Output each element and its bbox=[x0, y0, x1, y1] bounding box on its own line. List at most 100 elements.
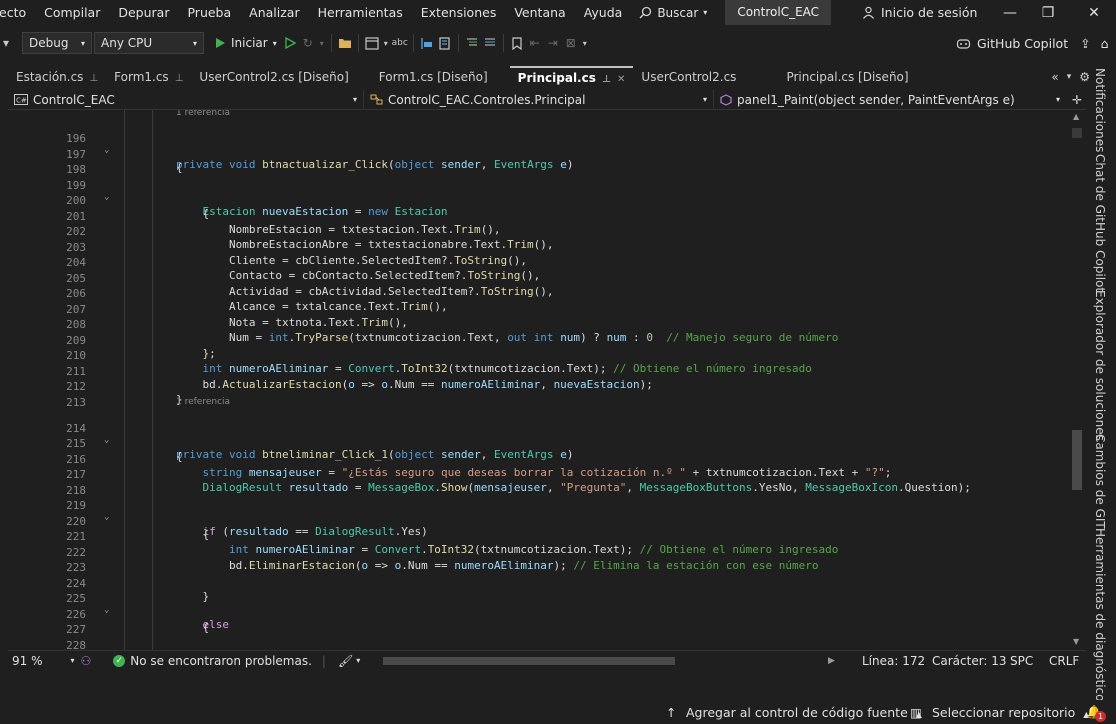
code-line: 209 }; bbox=[8, 321, 1086, 360]
tab-usercontrol2-design[interactable]: UserControl2.cs [Diseño] bbox=[191, 66, 356, 88]
tab-form1-design[interactable]: Form1.cs [Diseño] bbox=[371, 66, 496, 88]
menu-debug[interactable]: Depurar bbox=[109, 0, 178, 25]
tab-principal-design[interactable]: Principal.cs [Diseño] bbox=[778, 66, 916, 88]
code-line: 217 DialogResult resultado = MessageBox.… bbox=[8, 455, 1086, 494]
tab-tools: « ▾ ⚙ bbox=[1051, 66, 1090, 88]
share-icon[interactable]: ⇪ bbox=[1080, 36, 1090, 51]
pin-icon[interactable]: ⊥ bbox=[175, 73, 184, 84]
clear-bookmarks-icon[interactable]: ⊠ bbox=[562, 34, 580, 52]
line-ending[interactable]: CRLF bbox=[1049, 654, 1079, 668]
chevron-down-icon[interactable]: ▾ bbox=[71, 656, 75, 665]
chevron-down-icon[interactable]: ▾ bbox=[381, 34, 391, 52]
code-editor[interactable]: 1 referencia 196 ⌄ private void btnactua… bbox=[8, 110, 1086, 650]
project-combo[interactable]: C# ControlC_EAC ▾ bbox=[8, 89, 364, 110]
copilot-status-icon[interactable]: ⚇ bbox=[81, 654, 92, 668]
svg-text:C#: C# bbox=[16, 97, 27, 105]
start-button[interactable]: Iniciar ▾ bbox=[210, 36, 281, 50]
feedback-icon[interactable]: ⌂ bbox=[1101, 36, 1109, 51]
toolbar-overflow-icon[interactable]: ▾ bbox=[0, 34, 12, 52]
code-line: 224 } bbox=[8, 564, 1086, 603]
minimize-button[interactable]: — bbox=[990, 0, 1030, 25]
chevron-down-icon[interactable]: ▾ bbox=[580, 34, 590, 52]
folder-icon[interactable] bbox=[336, 34, 354, 52]
close-icon: ✕ bbox=[1088, 4, 1100, 21]
gear-icon[interactable]: ⚙ bbox=[1079, 70, 1090, 84]
vertical-scrollbar[interactable]: ▲ ▼ bbox=[1070, 110, 1084, 650]
breakpoint-layout-icon[interactable] bbox=[418, 34, 436, 52]
pin-icon[interactable]: ⊥ bbox=[602, 74, 611, 85]
start-without-debug-button[interactable] bbox=[281, 34, 299, 52]
layout-icon[interactable] bbox=[363, 34, 381, 52]
side-tab-copilot-chat[interactable]: Chat de GitHub Copilot bbox=[1093, 154, 1107, 292]
scrollbar-thumb[interactable] bbox=[1072, 430, 1082, 490]
scroll-right-icon[interactable]: ▶ bbox=[828, 656, 835, 666]
select-repository-button[interactable]: Seleccionar repositorio ▲ bbox=[932, 705, 1089, 720]
cursor-line[interactable]: Línea: 172 bbox=[862, 654, 925, 668]
tab-principal-cs[interactable]: Principal.cs ⊥ ✕ bbox=[509, 66, 634, 88]
code-line: 229 bbox=[8, 641, 1086, 650]
chevron-down-icon[interactable]: ▾ bbox=[356, 656, 360, 665]
tab-form1-cs[interactable]: Form1.cs ⊥ bbox=[106, 66, 191, 88]
document-outline-icon[interactable] bbox=[436, 34, 454, 52]
select-repository-label: Seleccionar repositorio bbox=[932, 704, 1076, 720]
close-button[interactable]: ✕ bbox=[1074, 0, 1114, 25]
menu-project[interactable]: ecto bbox=[0, 0, 35, 25]
close-icon[interactable]: ✕ bbox=[617, 74, 625, 85]
config-select[interactable]: Debug ▾ bbox=[22, 32, 92, 54]
member-combo[interactable]: panel1_Paint(object sender, PaintEventAr… bbox=[714, 90, 1066, 110]
tab-estacion-cs[interactable]: Estación.cs ⊥ bbox=[8, 66, 106, 88]
repository-icon: ▥ bbox=[910, 704, 922, 720]
reference-count-link[interactable]: 1 referencia bbox=[176, 110, 230, 118]
class-combo[interactable]: ControlC_EAC.Controles.Principal ▾ bbox=[364, 89, 714, 110]
bookmark-icon[interactable] bbox=[508, 34, 526, 52]
comment-lines-icon[interactable] bbox=[463, 34, 481, 52]
check-icon: ✓ bbox=[113, 654, 126, 667]
side-tab-solution-explorer[interactable]: Explorador de soluciones bbox=[1093, 290, 1107, 441]
uncomment-lines-icon[interactable] bbox=[481, 34, 499, 52]
scrollbar-thumb[interactable] bbox=[383, 657, 675, 665]
next-bookmark-icon[interactable]: ⇥ bbox=[544, 34, 562, 52]
chevron-down-icon[interactable]: ▾ bbox=[317, 34, 327, 52]
code-line: 225 ⌄ else bbox=[8, 579, 1086, 631]
login-button[interactable]: Inicio de sesión bbox=[862, 0, 977, 25]
menu-help[interactable]: Ayuda bbox=[575, 0, 632, 25]
side-tab-diagnostic-tools[interactable]: Herramientas de diagnóstico bbox=[1093, 528, 1107, 701]
code-line: 214 ⌄ private void btneliminar_Click_1(o… bbox=[8, 409, 1086, 461]
github-copilot-button[interactable]: GitHub Copilot ⇪ ⌂ bbox=[956, 28, 1109, 58]
tab-label: UserControl2.cs [Diseño] bbox=[199, 70, 349, 84]
code-line: 206 Alcance = txtalcance.Text.Trim(), bbox=[8, 274, 1086, 313]
code-line: 218 bbox=[8, 471, 1086, 497]
scroll-down-icon[interactable]: ▼ bbox=[1073, 637, 1079, 646]
menu-window[interactable]: Ventana bbox=[505, 0, 574, 25]
scroll-up-icon[interactable]: ▲ bbox=[1073, 112, 1079, 121]
pin-icon[interactable]: ⊥ bbox=[89, 73, 98, 84]
maximize-button[interactable]: ❐ bbox=[1028, 0, 1068, 25]
add-source-control-button[interactable]: Agregar al control de código fuente ▲ bbox=[686, 705, 922, 720]
code-line: 227 bbox=[8, 610, 1086, 636]
prev-bookmark-icon[interactable]: ⇤ bbox=[526, 34, 544, 52]
menu-tools[interactable]: Herramientas bbox=[309, 0, 412, 25]
menu-test[interactable]: Prueba bbox=[178, 0, 240, 25]
spell-check-icon[interactable]: abc bbox=[391, 34, 409, 52]
tab-list-icon[interactable]: ▾ bbox=[1067, 72, 1072, 82]
menu-build[interactable]: Compilar bbox=[35, 0, 109, 25]
code-line: 228 } bbox=[8, 626, 1086, 651]
side-tab-notifications[interactable]: Notificaciones bbox=[1093, 68, 1107, 152]
tab-usercontrol2-cs[interactable]: UserControl2.cs bbox=[633, 66, 744, 88]
horizontal-scrollbar[interactable] bbox=[383, 657, 833, 665]
hot-reload-icon[interactable]: ↻ bbox=[299, 34, 317, 52]
cursor-char[interactable]: Carácter: 13 bbox=[932, 654, 1007, 668]
brush-icon[interactable]: 🖌 bbox=[338, 654, 353, 668]
zoom-level[interactable]: 91 % bbox=[12, 654, 43, 668]
problems-status[interactable]: No se encontraron problemas. bbox=[130, 654, 312, 668]
tab-scroll-icon[interactable]: « bbox=[1051, 70, 1058, 84]
search-button[interactable]: Buscar ▾ bbox=[631, 6, 715, 20]
reference-count-link[interactable]: 1 referencia bbox=[176, 397, 230, 407]
split-editor-icon[interactable]: ✛ bbox=[1072, 93, 1082, 107]
menu-extensions[interactable]: Extensiones bbox=[412, 0, 506, 25]
menu-analyze[interactable]: Analizar bbox=[240, 0, 308, 25]
copilot-label: GitHub Copilot bbox=[977, 35, 1069, 51]
platform-select[interactable]: Any CPU ▾ bbox=[94, 32, 204, 54]
side-tab-git-changes[interactable]: Cambios de GIT bbox=[1093, 434, 1107, 529]
indent-mode[interactable]: SPC bbox=[1010, 654, 1033, 668]
